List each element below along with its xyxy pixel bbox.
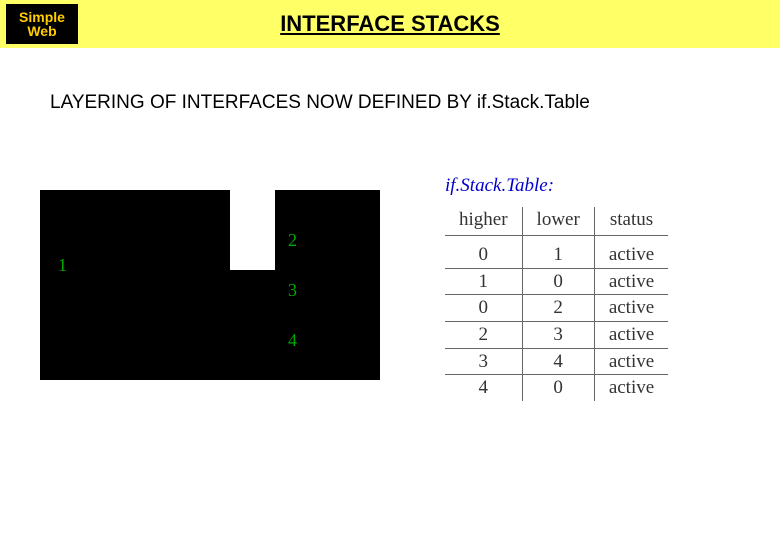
diagram-label-1: 1 [58, 255, 67, 276]
header-bar: Simple Web INTERFACE STACKS [0, 0, 780, 48]
diagram-label-2: 2 [288, 230, 297, 251]
cell-lower: 0 [522, 375, 594, 401]
table-row: 02active [445, 295, 668, 322]
col-lower: lower [522, 207, 594, 236]
table-row: 01active [445, 236, 668, 269]
cell-higher: 3 [445, 348, 522, 375]
table-row: 23active [445, 321, 668, 348]
diagram-notch [230, 190, 275, 270]
simple-web-logo: Simple Web [6, 4, 78, 44]
cell-lower: 2 [522, 295, 594, 322]
cell-status: active [594, 268, 668, 295]
ifstack-table: higher lower status 01active10active02ac… [445, 207, 668, 401]
stack-diagram: 1 2 3 4 [40, 190, 380, 380]
diagram-label-3: 3 [288, 280, 297, 301]
cell-lower: 3 [522, 321, 594, 348]
table-row: 40active [445, 375, 668, 401]
page-title: INTERFACE STACKS [280, 11, 500, 37]
logo-line1: Simple [19, 10, 65, 24]
logo-line2: Web [27, 24, 56, 38]
cell-status: active [594, 348, 668, 375]
table-header-row: higher lower status [445, 207, 668, 236]
cell-status: active [594, 321, 668, 348]
col-higher: higher [445, 207, 522, 236]
table-caption: if.Stack.Table: [445, 175, 745, 197]
diagram-label-4: 4 [288, 330, 297, 351]
cell-higher: 0 [445, 295, 522, 322]
col-status: status [594, 207, 668, 236]
table-row: 10active [445, 268, 668, 295]
cell-status: active [594, 236, 668, 269]
cell-higher: 4 [445, 375, 522, 401]
cell-lower: 0 [522, 268, 594, 295]
cell-higher: 1 [445, 268, 522, 295]
subtitle: LAYERING OF INTERFACES NOW DEFINED BY if… [50, 92, 590, 114]
cell-lower: 4 [522, 348, 594, 375]
cell-lower: 1 [522, 236, 594, 269]
cell-status: active [594, 295, 668, 322]
ifstack-table-wrap: if.Stack.Table: higher lower status 01ac… [445, 175, 745, 401]
cell-higher: 2 [445, 321, 522, 348]
cell-status: active [594, 375, 668, 401]
cell-higher: 0 [445, 236, 522, 269]
table-row: 34active [445, 348, 668, 375]
